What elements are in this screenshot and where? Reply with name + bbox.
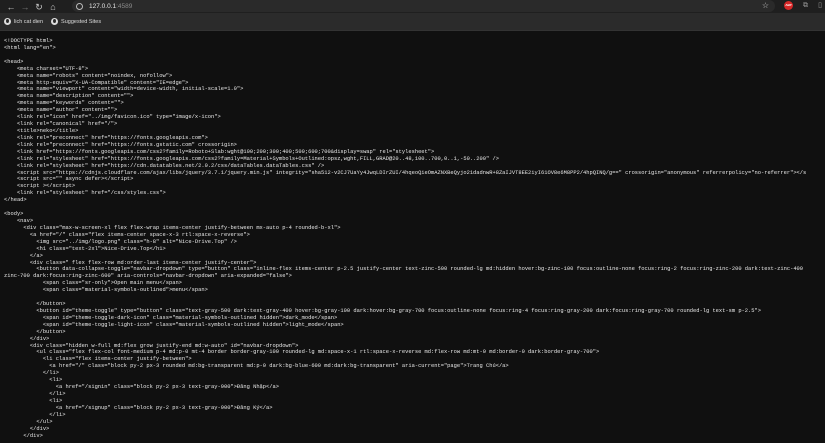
source-line: <link rel="stylesheet" href="https://cdn… — [4, 162, 325, 169]
source-line: <meta name="viewport" content="width=dev… — [4, 86, 244, 93]
globe-icon — [4, 18, 11, 25]
bookmarks-bar: lich cat dien Suggested Sites — [0, 13, 825, 31]
url-port: :4589 — [116, 2, 133, 10]
globe-icon — [51, 18, 59, 25]
extensions-puzzle-icon[interactable]: ⧉ — [803, 1, 808, 11]
source-line: <li> — [4, 397, 63, 404]
back-icon[interactable]: ← — [4, 1, 18, 13]
source-line: </head> — [4, 197, 27, 204]
source-line: <title>neko</title> — [4, 127, 79, 134]
side-panel-icon[interactable]: ▯ — [818, 1, 822, 11]
source-line: <ul class="flex flex-col font-medium p-4… — [4, 349, 600, 356]
url-text: 127.0.0.1:4589 — [89, 3, 132, 10]
source-line: <link rel="icon" href="../img/favicon.ic… — [4, 114, 221, 121]
source-line: </button> — [4, 328, 66, 335]
source-line: <span class="material-symbols-outlined">… — [4, 287, 208, 294]
source-line: <li> — [4, 377, 63, 384]
adblock-extension-icon[interactable]: ABP — [784, 1, 793, 10]
bookmark-suggested-sites[interactable]: Suggested Sites — [51, 18, 101, 25]
source-line: <span id="theme-toggle-light-icon" class… — [4, 321, 344, 328]
source-line: <script src="https://cdnjs.cloudflare.co… — [4, 169, 807, 176]
source-line: <link href="https://fonts.googleapis.com… — [4, 148, 435, 155]
source-line: <nav> — [4, 217, 34, 224]
source-line: </li> — [4, 411, 66, 418]
source-line: <a href="/" class="block py-2 px-3 round… — [4, 363, 509, 370]
source-line: <head> — [4, 58, 24, 65]
source-line: <button id="theme-toggle" type="button" … — [4, 307, 761, 314]
bookmark-label: lich cat dien — [14, 18, 44, 25]
source-line: <link rel="canonical" href="/"> — [4, 121, 118, 128]
source-line: <a href="/" class="flex items-center spa… — [4, 231, 250, 238]
site-info-icon[interactable] — [76, 2, 83, 10]
source-line: </li> — [4, 391, 66, 398]
address-bar[interactable]: 127.0.0.1:4589 ☆ — [72, 0, 775, 12]
source-line: <body> — [4, 211, 24, 218]
source-line: <link rel="stylesheet" href="/css/styles… — [4, 190, 166, 197]
source-line: </div> — [4, 432, 43, 439]
forward-icon[interactable]: → — [18, 1, 32, 13]
source-line: <script ></script> — [4, 183, 76, 190]
source-line: </ul> — [4, 418, 53, 425]
source-line — [4, 294, 825, 301]
source-line: <meta charset="UTF-8"> — [4, 65, 89, 72]
source-line: <h1 class="text-2xl">Nice-Drive.Top</h1> — [4, 245, 166, 252]
source-line: <div class="max-w-screen-xl flex flex-wr… — [4, 224, 341, 231]
source-line — [4, 204, 825, 211]
source-line: </button> — [4, 301, 66, 308]
source-line: <div class="hidden w-full md:flex grow j… — [4, 342, 299, 349]
source-line: </div> — [4, 425, 50, 432]
source-line: <span id="theme-toggle-dark-icon" class=… — [4, 314, 338, 321]
bookmark-label: Suggested Sites — [61, 18, 102, 25]
source-line: <button data-collapse-toggle="navbar-dro… — [4, 266, 804, 273]
source-line: <li class="flex items-center justify-bet… — [4, 356, 192, 363]
url-host: 127.0.0.1 — [89, 2, 117, 10]
home-icon[interactable]: ⌂ — [46, 1, 60, 13]
source-line: zinc-700 dark:focus:ring-zinc-600" aria-… — [4, 273, 292, 280]
source-line: <meta http-equiv="X-UA-Compatible" conte… — [4, 79, 189, 86]
source-line: <span class="sr-only">Open main menu</sp… — [4, 280, 182, 287]
source-line: <script src="" async defer></script> — [4, 176, 134, 183]
bookmark-star-icon[interactable]: ☆ — [762, 0, 769, 12]
source-line: <link rel="preconnect" href="https://fon… — [4, 141, 237, 148]
source-line: <a href="/signup" class="block py-2 px-3… — [4, 404, 273, 411]
source-line: <meta name="robots" content="noindex, no… — [4, 72, 173, 79]
source-line — [4, 52, 825, 59]
source-line: <img src="../img/logo.png" class="h-8" a… — [4, 238, 237, 245]
source-line: <div class=" flex flex-row md:order-last… — [4, 259, 257, 266]
source-line: <link rel="stylesheet" href="https://fon… — [4, 155, 499, 162]
source-line: <meta name="keywords" content=""> — [4, 100, 124, 107]
bookmark-lich-cat-dien[interactable]: lich cat dien — [4, 18, 43, 25]
browser-toolbar: ← → ↻ ⌂ 127.0.0.1:4589 ☆ ABP ⧉ ▯ — [0, 0, 825, 13]
source-line: <meta name="description" content=""> — [4, 93, 134, 100]
source-line: </a> — [4, 252, 43, 259]
reload-icon[interactable]: ↻ — [32, 1, 46, 13]
source-line: </li> — [4, 370, 59, 377]
source-line: <!DOCTYPE html> — [4, 38, 53, 44]
source-line: <html lang="en"> — [4, 44, 56, 51]
source-line: <link rel="preconnect" href="https://fon… — [4, 134, 208, 141]
source-line: <meta name="author" content=""> — [4, 107, 118, 114]
source-line: <a href="/signin" class="block py-2 px-3… — [4, 384, 279, 391]
page-source-view: <!DOCTYPE html> <html lang="en"> <head> <m… — [4, 38, 825, 439]
source-line: </div> — [4, 335, 50, 342]
